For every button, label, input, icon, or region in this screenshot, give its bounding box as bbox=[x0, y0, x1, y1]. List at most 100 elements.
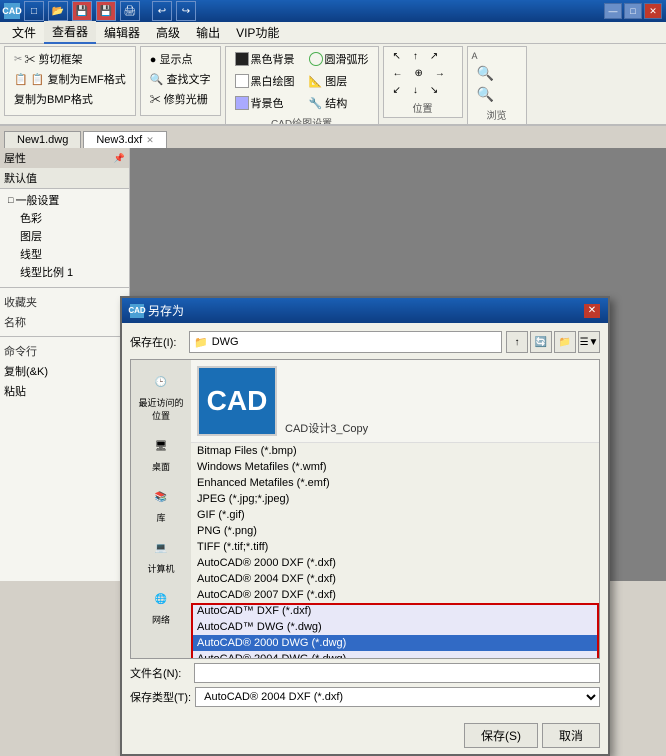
format-scroll-area[interactable]: Bitmap Files (*.bmp)Windows Metafiles (*… bbox=[191, 443, 599, 658]
maximize-button[interactable]: □ bbox=[624, 3, 642, 19]
btn-copy-bmp[interactable]: 复制为BMP格式 bbox=[9, 89, 98, 109]
format-item[interactable]: AutoCAD® 2007 DXF (*.dxf) bbox=[191, 587, 599, 603]
btn-smooth-arc[interactable]: 圆滑弧形 bbox=[304, 49, 374, 69]
expand-icon: □ bbox=[8, 195, 13, 205]
btn-pos9[interactable]: ↘ bbox=[425, 83, 443, 98]
btn-structure[interactable]: 🔧 结构 bbox=[304, 93, 374, 113]
group-title-browse: 浏览 bbox=[472, 105, 522, 122]
panel-pin[interactable]: 📌 bbox=[114, 153, 125, 164]
dialog-close-button[interactable]: ✕ bbox=[584, 304, 600, 318]
format-item[interactable]: AutoCAD® 2000 DWG (*.dwg) bbox=[191, 635, 599, 651]
format-item[interactable]: JPEG (*.jpg;*.jpeg) bbox=[191, 491, 599, 507]
cancel-button[interactable]: 取消 bbox=[542, 723, 600, 748]
btn-pos7[interactable]: ↙ bbox=[388, 83, 406, 98]
tab-new1[interactable]: New1.dwg bbox=[4, 131, 81, 148]
nav-recent[interactable]: 🕒 最近访问的位置 bbox=[134, 364, 188, 426]
format-item[interactable]: Windows Metafiles (*.wmf) bbox=[191, 459, 599, 475]
btn-trim-raster[interactable]: ✂ 修剪光栅 bbox=[145, 89, 213, 109]
panel-default-title: 默认值 bbox=[0, 168, 129, 189]
tree-layer[interactable]: 图层 bbox=[4, 227, 125, 245]
btn-copy-emf[interactable]: 📋 📋 复制为EMF格式 bbox=[9, 69, 131, 89]
tree-linetype-scale[interactable]: 线型比例 1 bbox=[4, 263, 125, 281]
ribbon-group-display: ● 显示点 🔍 查找文字 ✂ 修剪光栅 bbox=[140, 46, 221, 116]
btn-find-text[interactable]: 🔍 查找文字 bbox=[145, 69, 216, 89]
nav-library[interactable]: 📚 库 bbox=[134, 479, 188, 528]
nav-desktop[interactable]: 🖥 桌面 bbox=[134, 428, 188, 477]
tree-general-settings[interactable]: □ 一般设置 bbox=[4, 191, 125, 209]
desktop-icon: 🖥 bbox=[145, 432, 177, 460]
name-label: 名称 bbox=[0, 312, 129, 332]
filetype-select[interactable]: Bitmap Files (*.bmp)Windows Metafiles (*… bbox=[195, 687, 600, 707]
format-item[interactable]: GIF (*.gif) bbox=[191, 507, 599, 523]
format-item[interactable]: AutoCAD™ DXF (*.dxf) bbox=[191, 603, 599, 619]
btn-pos1[interactable]: ↖ bbox=[388, 49, 406, 64]
dialog-content-area: 🕒 最近访问的位置 🖥 桌面 📚 库 💻 计算机 bbox=[130, 359, 600, 659]
nav-network[interactable]: 🌐 网络 bbox=[134, 581, 188, 630]
nav-view-btn[interactable]: ☰▼ bbox=[578, 331, 600, 353]
btn-bg-color[interactable]: 背景色 bbox=[230, 93, 300, 113]
btn-cut[interactable]: ✂ ✂ 剪切框架 bbox=[9, 49, 87, 69]
nav-refresh-btn[interactable]: 🔄 bbox=[530, 331, 552, 353]
nav-computer[interactable]: 💻 计算机 bbox=[134, 530, 188, 579]
cmd-copy[interactable]: 复制(&K) bbox=[0, 361, 129, 381]
nav-newfolder-btn[interactable]: 📁 bbox=[554, 331, 576, 353]
preview-section: CAD CAD设计3_Copy bbox=[191, 360, 599, 443]
toolbar-open[interactable]: 📂 bbox=[48, 1, 68, 21]
toolbar-save[interactable]: 💾 bbox=[72, 1, 92, 21]
menu-file[interactable]: 文件 bbox=[4, 22, 44, 43]
menu-vip[interactable]: VIP功能 bbox=[228, 22, 287, 43]
tab-close-btn[interactable]: ✕ bbox=[146, 135, 154, 146]
btn-pos2[interactable]: ↑ bbox=[408, 49, 423, 64]
nav-up-btn[interactable]: ↑ bbox=[506, 331, 528, 353]
minimize-button[interactable]: — bbox=[604, 3, 622, 19]
menu-viewer[interactable]: 查看器 bbox=[44, 21, 96, 44]
save-in-select[interactable]: 📁 DWG bbox=[189, 331, 502, 353]
toolbar-new[interactable]: □ bbox=[24, 1, 44, 21]
format-item[interactable]: Bitmap Files (*.bmp) bbox=[191, 443, 599, 459]
format-item[interactable]: AutoCAD® 2004 DXF (*.dxf) bbox=[191, 571, 599, 587]
btn-pos6[interactable]: → bbox=[430, 66, 450, 81]
toolbar-save2[interactable]: 💾 bbox=[96, 1, 116, 21]
toolbar-print[interactable]: 🖨 bbox=[120, 1, 140, 21]
divider-2 bbox=[0, 336, 129, 337]
btn-zoom-in[interactable]: 🔍 bbox=[472, 63, 499, 84]
main-area: 屋性 📌 默认值 □ 一般设置 色彩 图层 线型 线型比例 1 收藏夹 名称 命… bbox=[0, 148, 666, 581]
cmdline-label: 命令行 bbox=[0, 341, 129, 361]
tree-color[interactable]: 色彩 bbox=[4, 209, 125, 227]
close-button[interactable]: ✕ bbox=[644, 3, 662, 19]
btn-show-points[interactable]: ● 显示点 bbox=[145, 49, 198, 69]
cmd-paste[interactable]: 粘贴 bbox=[0, 381, 129, 401]
format-item[interactable]: TIFF (*.tif;*.tiff) bbox=[191, 539, 599, 555]
menu-editor[interactable]: 编辑器 bbox=[96, 22, 148, 43]
format-item[interactable]: Enhanced Metafiles (*.emf) bbox=[191, 475, 599, 491]
menu-bar: 文件 查看器 编辑器 高级 输出 VIP功能 bbox=[0, 22, 666, 44]
btn-pos3[interactable]: ↗ bbox=[425, 49, 443, 64]
format-item[interactable]: AutoCAD™ DWG (*.dwg) bbox=[191, 619, 599, 635]
tree-linetype[interactable]: 线型 bbox=[4, 245, 125, 263]
menu-advanced[interactable]: 高级 bbox=[148, 22, 188, 43]
dialog-actions: 保存(S) 取消 bbox=[122, 719, 608, 754]
menu-output[interactable]: 输出 bbox=[188, 22, 228, 43]
btn-layer[interactable]: 📐 图层 bbox=[304, 71, 374, 91]
preview-cad-icon: CAD bbox=[197, 366, 277, 436]
tab-new3[interactable]: New3.dxf ✕ bbox=[83, 131, 166, 148]
format-item[interactable]: AutoCAD® 2004 DWG (*.dwg) bbox=[191, 651, 599, 658]
format-item[interactable]: AutoCAD® 2000 DXF (*.dxf) bbox=[191, 555, 599, 571]
toolbar-undo[interactable]: ↩ bbox=[152, 1, 172, 21]
bookmark-label: 收藏夹 bbox=[0, 292, 129, 312]
library-icon: 📚 bbox=[145, 483, 177, 511]
format-item[interactable]: PNG (*.png) bbox=[191, 523, 599, 539]
btn-pos4[interactable]: ← bbox=[388, 66, 408, 81]
title-bar: CAD □ 📂 💾 💾 🖨 ↩ ↪ — □ ✕ bbox=[0, 0, 666, 22]
btn-pos5[interactable]: ⊕ bbox=[410, 66, 428, 81]
btn-black-bg[interactable]: 黑色背景 bbox=[230, 49, 300, 69]
filename-label: 文件名(N): bbox=[130, 665, 190, 681]
save-button[interactable]: 保存(S) bbox=[464, 723, 538, 748]
filetype-label: 保存类型(T): bbox=[130, 689, 191, 705]
nav-library-label: 库 bbox=[156, 511, 165, 524]
toolbar-redo[interactable]: ↪ bbox=[176, 1, 196, 21]
btn-pos8[interactable]: ↓ bbox=[408, 83, 423, 98]
filename-input[interactable] bbox=[194, 663, 600, 683]
btn-bw-draw[interactable]: 黑白绘图 bbox=[230, 71, 300, 91]
btn-zoom-out[interactable]: 🔍 bbox=[472, 84, 499, 105]
